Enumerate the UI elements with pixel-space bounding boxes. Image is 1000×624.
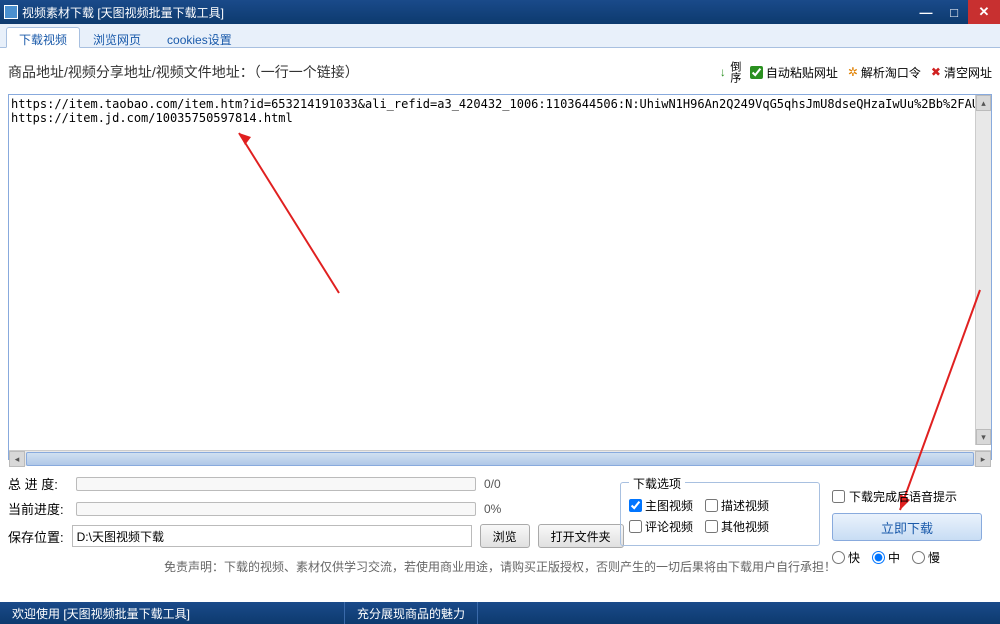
- comment-video-checkbox[interactable]: 评论视频: [629, 518, 693, 535]
- scroll-thumb[interactable]: [26, 452, 974, 466]
- scroll-left-icon[interactable]: ◂: [9, 451, 25, 467]
- main-video-checkbox[interactable]: 主图视频: [629, 497, 693, 514]
- reverse-button[interactable]: ↓倒序: [720, 61, 740, 83]
- tab-cookies[interactable]: cookies设置: [154, 27, 245, 47]
- parse-tkl-button[interactable]: ✲解析淘口令: [848, 64, 921, 81]
- tab-download[interactable]: 下载视频: [6, 27, 80, 48]
- current-progress-bar: [76, 502, 476, 516]
- clear-urls-button[interactable]: ✖清空网址: [931, 64, 992, 81]
- horizontal-scrollbar[interactable]: ◂ ▸: [9, 450, 991, 466]
- scroll-down-icon[interactable]: ▾: [976, 429, 991, 445]
- url-textarea-wrap: https://item.taobao.com/item.htm?id=6532…: [8, 94, 992, 460]
- total-progress-value: 0/0: [484, 477, 501, 491]
- url-label: 商品地址/视频分享地址/视频文件地址：（一行一个链接）: [8, 62, 720, 82]
- other-video-checkbox[interactable]: 其他视频: [705, 518, 769, 535]
- options-legend: 下载选项: [629, 475, 685, 492]
- download-options-group: 下载选项 主图视频 描述视频 评论视频 其他视频: [620, 482, 820, 546]
- total-progress-label: 总 进 度:: [8, 474, 68, 493]
- status-slogan: 充分展现商品的魅力: [345, 602, 478, 624]
- browse-button[interactable]: 浏览: [480, 524, 530, 548]
- save-path-label: 保存位置:: [8, 527, 64, 546]
- url-textarea[interactable]: https://item.taobao.com/item.htm?id=6532…: [9, 95, 991, 445]
- open-folder-button[interactable]: 打开文件夹: [538, 524, 624, 548]
- current-progress-label: 当前进度:: [8, 499, 68, 518]
- save-path-input[interactable]: [72, 525, 472, 547]
- desc-video-checkbox[interactable]: 描述视频: [705, 497, 769, 514]
- download-button[interactable]: 立即下载: [832, 513, 982, 541]
- tab-bar: 下载视频 浏览网页 cookies设置: [0, 24, 1000, 48]
- maximize-button[interactable]: □: [940, 2, 968, 22]
- toolbar: 商品地址/视频分享地址/视频文件地址：（一行一个链接） ↓倒序 自动粘贴网址 ✲…: [8, 56, 992, 88]
- status-welcome: 欢迎使用 [天图视频批量下载工具]: [0, 602, 345, 624]
- speed-mid-radio[interactable]: 中: [872, 549, 900, 566]
- speed-fast-radio[interactable]: 快: [832, 549, 860, 566]
- vertical-scrollbar[interactable]: ▴ ▾: [975, 95, 991, 445]
- minimize-button[interactable]: —: [912, 2, 940, 22]
- voice-prompt-checkbox[interactable]: 下载完成后语音提示: [832, 488, 992, 505]
- tab-browse[interactable]: 浏览网页: [80, 27, 154, 47]
- close-button[interactable]: ✕: [968, 0, 1000, 24]
- auto-paste-checkbox[interactable]: 自动粘贴网址: [750, 64, 838, 81]
- titlebar: 视频素材下载 [天图视频批量下载工具] — □ ✕: [0, 0, 1000, 24]
- app-icon: [4, 5, 18, 19]
- scroll-up-icon[interactable]: ▴: [976, 95, 991, 111]
- total-progress-bar: [76, 477, 476, 491]
- speed-slow-radio[interactable]: 慢: [912, 549, 940, 566]
- current-progress-value: 0%: [484, 502, 501, 516]
- status-bar: 欢迎使用 [天图视频批量下载工具] 充分展现商品的魅力: [0, 602, 1000, 624]
- window-title: 视频素材下载 [天图视频批量下载工具]: [22, 4, 224, 21]
- scroll-right-icon[interactable]: ▸: [975, 451, 991, 467]
